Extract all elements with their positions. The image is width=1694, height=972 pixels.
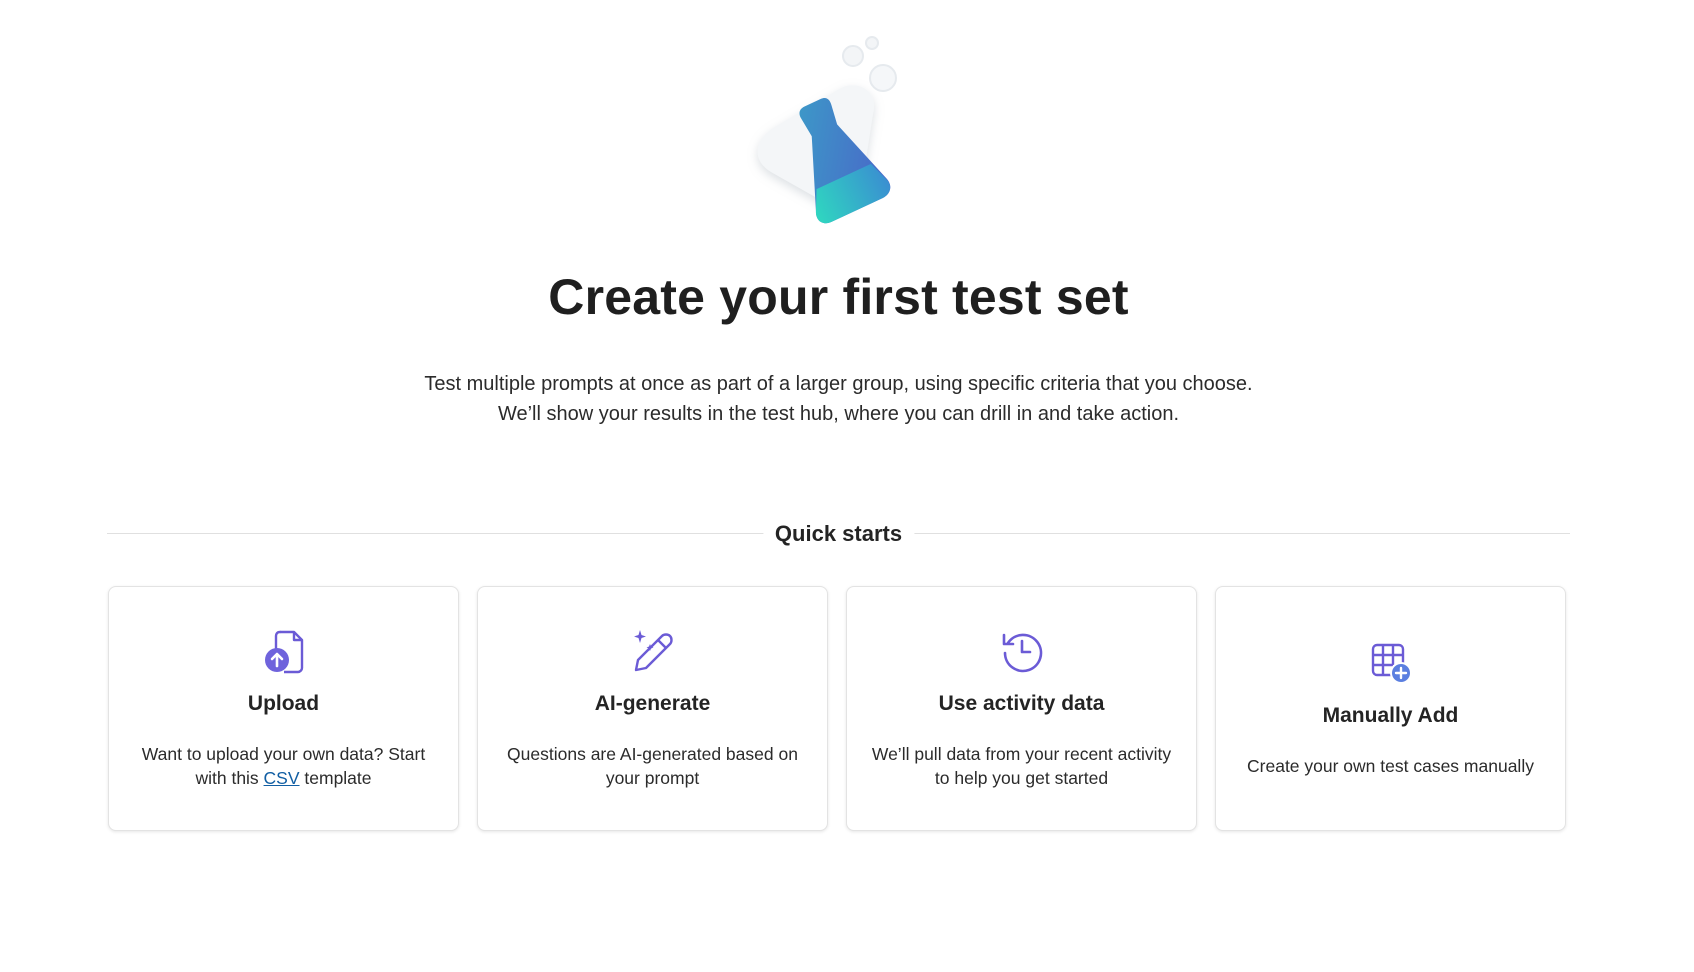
ai-generate-card[interactable]: AI-generate Questions are AI-generated b…	[477, 586, 828, 831]
description-line-1: Test multiple prompts at once as part of…	[424, 373, 1253, 395]
manually-add-card[interactable]: Manually Add Create your own test cases …	[1215, 586, 1566, 831]
quick-starts-divider: Quick starts	[107, 519, 1570, 549]
ai-generate-card-title: AI-generate	[594, 691, 711, 715]
activity-data-card[interactable]: Use activity data We’ll pull data from y…	[846, 586, 1197, 831]
manually-add-card-title: Manually Add	[1322, 703, 1459, 727]
page-title: Create your first test set	[548, 269, 1129, 325]
manually-add-card-text: Create your own test cases manually	[1247, 755, 1534, 776]
quick-start-cards: Upload Want to upload your own data? Sta…	[108, 586, 1570, 831]
quick-starts-heading: Quick starts	[762, 519, 915, 549]
description-line-2: We’ll show your results in the test hub,…	[497, 403, 1180, 425]
flask-icon	[745, 28, 935, 238]
history-icon	[999, 628, 1045, 674]
ai-generate-card-text: Questions are AI-generated based on your…	[507, 743, 798, 788]
page-description: Test multiple prompts at once as part of…	[0, 369, 1677, 429]
upload-card[interactable]: Upload Want to upload your own data? Sta…	[108, 586, 459, 831]
upload-card-text: Want to upload your own data? Start with…	[131, 742, 436, 790]
upload-document-icon	[261, 628, 307, 674]
table-add-icon	[1368, 640, 1414, 686]
upload-card-title: Upload	[247, 691, 320, 715]
csv-template-link[interactable]: CSV	[264, 768, 300, 788]
ai-pen-sparkle-icon	[630, 628, 676, 674]
activity-data-card-title: Use activity data	[938, 691, 1105, 715]
upload-card-text-after: template	[299, 767, 372, 788]
activity-data-card-text: We’ll pull data from your recent activit…	[871, 743, 1172, 788]
